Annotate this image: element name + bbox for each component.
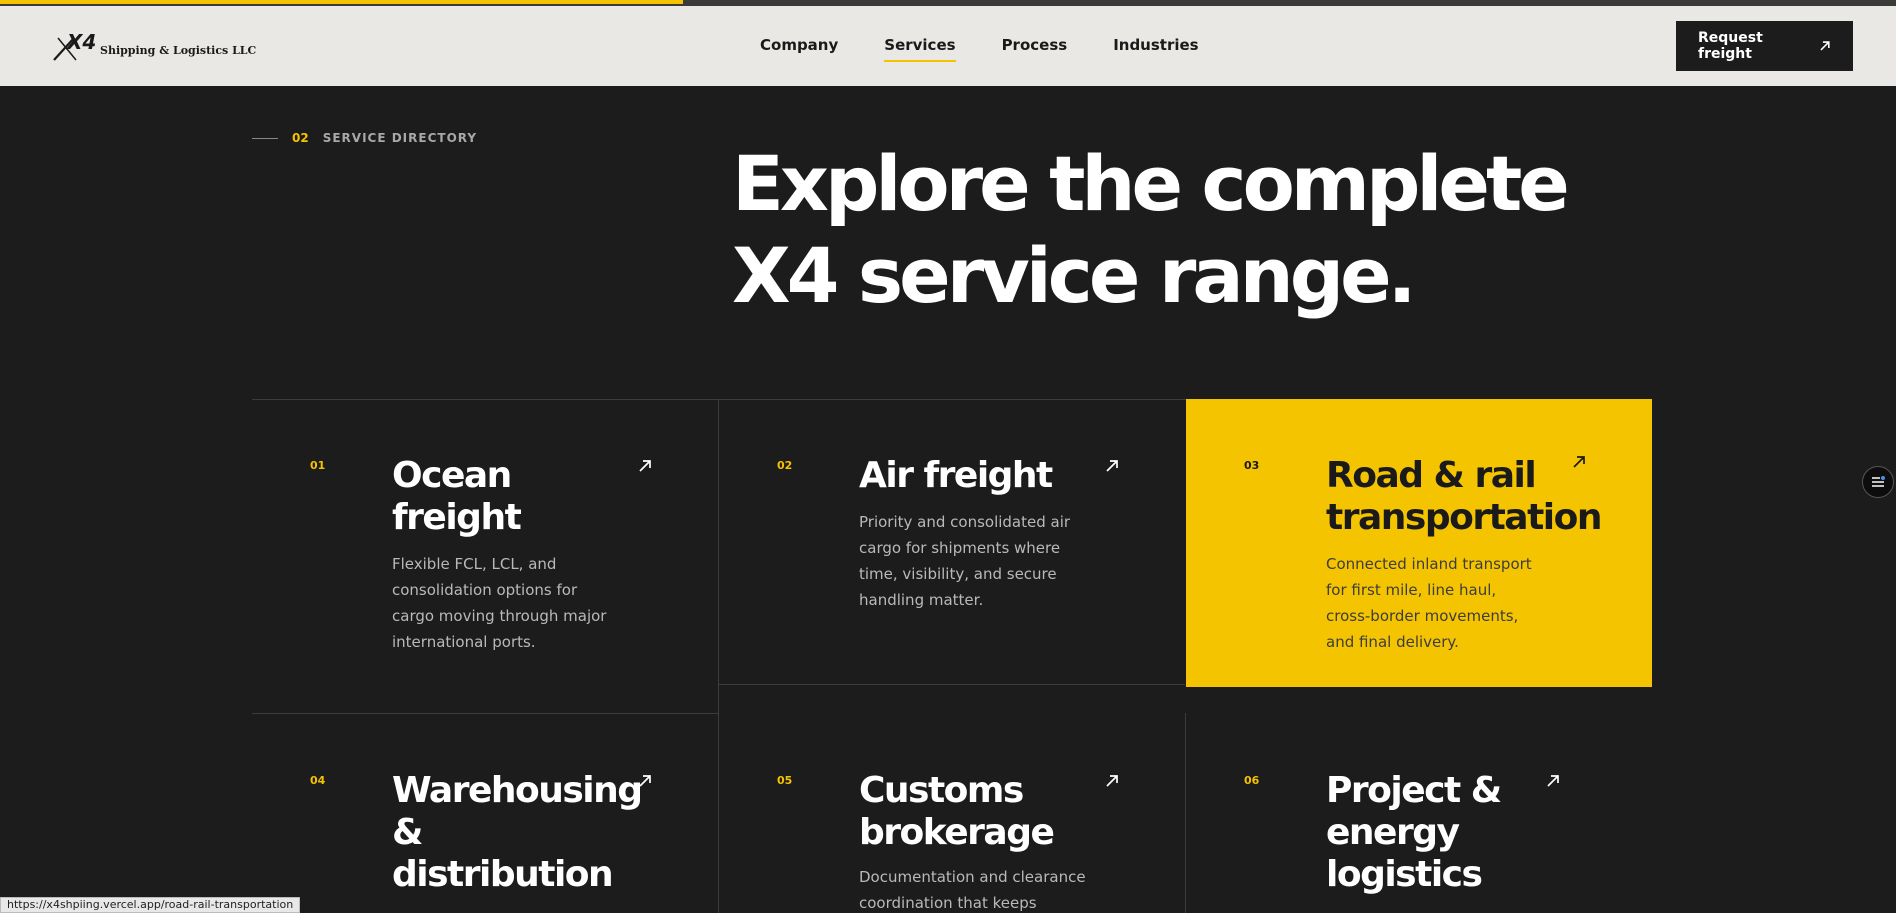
section-heading: Explore the complete X4 service range. [732, 138, 1632, 322]
service-title: Ocean freight [392, 455, 522, 538]
service-card-project-energy[interactable]: 06 Project & energy logistics [1186, 714, 1652, 913]
request-freight-button[interactable]: Request freight [1676, 21, 1853, 71]
service-number: 01 [310, 459, 326, 472]
service-description: Connected inland transport for first mil… [1326, 555, 1532, 651]
x4-logo-icon: X4 [53, 30, 96, 61]
service-title: Air freight [859, 455, 1053, 496]
service-number: 05 [777, 774, 793, 787]
section-eyebrow: 02 SERVICE DIRECTORY [252, 131, 477, 145]
service-title: Project & energy logistics [1326, 770, 1502, 895]
arrow-up-right-icon [1106, 775, 1118, 787]
section-number: 02 [292, 131, 309, 145]
service-title: Customs brokerage [859, 770, 1055, 853]
brand-name: Shipping & Logistics LLC [100, 43, 257, 57]
main-nav: Company Services Process Industries [760, 36, 1199, 62]
grid-divider [719, 684, 1185, 685]
service-grid: 01 Ocean freight Flexible FCL, LCL, and … [252, 399, 1652, 913]
brand-logo[interactable]: X4 Shipping & Logistics LLC [52, 28, 256, 64]
service-card-warehousing[interactable]: 04 Warehousing & distribution [252, 714, 718, 913]
menu-lines-icon [1872, 476, 1885, 487]
section-label: SERVICE DIRECTORY [322, 131, 478, 145]
scroll-progress-bar [0, 0, 683, 4]
nav-industries[interactable]: Industries [1113, 36, 1198, 60]
arrow-up-right-icon [1820, 41, 1830, 51]
svg-text:X4: X4 [65, 30, 96, 54]
arrow-up-right-icon [639, 460, 651, 472]
nav-company[interactable]: Company [760, 36, 838, 60]
service-number: 03 [1244, 459, 1260, 472]
service-card-customs[interactable]: 05 Customs brokerage Documentation and c… [719, 714, 1185, 913]
heading-line-2: X4 service range. [732, 231, 1417, 320]
floating-menu-button[interactable] [1862, 466, 1894, 498]
service-description: Priority and consolidated air cargo for … [859, 513, 1071, 609]
request-freight-label: Request freight [1698, 30, 1763, 62]
service-number: 04 [310, 774, 326, 787]
service-title: Road & rail transportation [1326, 455, 1602, 538]
arrow-up-right-icon [1573, 456, 1585, 468]
site-header: X4 Shipping & Logistics LLC Company Serv… [0, 6, 1896, 86]
eyebrow-divider [252, 137, 278, 139]
service-card-air-freight[interactable]: 02 Air freight Priority and consolidated… [719, 399, 1185, 684]
arrow-up-right-icon [1547, 775, 1559, 787]
service-number: 02 [777, 459, 793, 472]
nav-process[interactable]: Process [1002, 36, 1068, 60]
service-card-road-rail[interactable]: 03 Road & rail transportation Connected … [1186, 399, 1652, 687]
service-description: Documentation and clearance coordination… [859, 868, 1086, 912]
heading-line-1: Explore the complete [732, 139, 1570, 228]
arrow-up-right-icon [639, 775, 651, 787]
service-number: 06 [1244, 774, 1260, 787]
service-card-ocean-freight[interactable]: 01 Ocean freight Flexible FCL, LCL, and … [252, 399, 718, 713]
arrow-up-right-icon [1106, 460, 1118, 472]
link-status-bar: https://x4shpiing.vercel.app/road-rail-t… [0, 897, 301, 913]
nav-services[interactable]: Services [884, 36, 956, 62]
service-title: Warehousing & distribution [392, 770, 643, 895]
service-description: Flexible FCL, LCL, and consolidation opt… [392, 555, 607, 651]
